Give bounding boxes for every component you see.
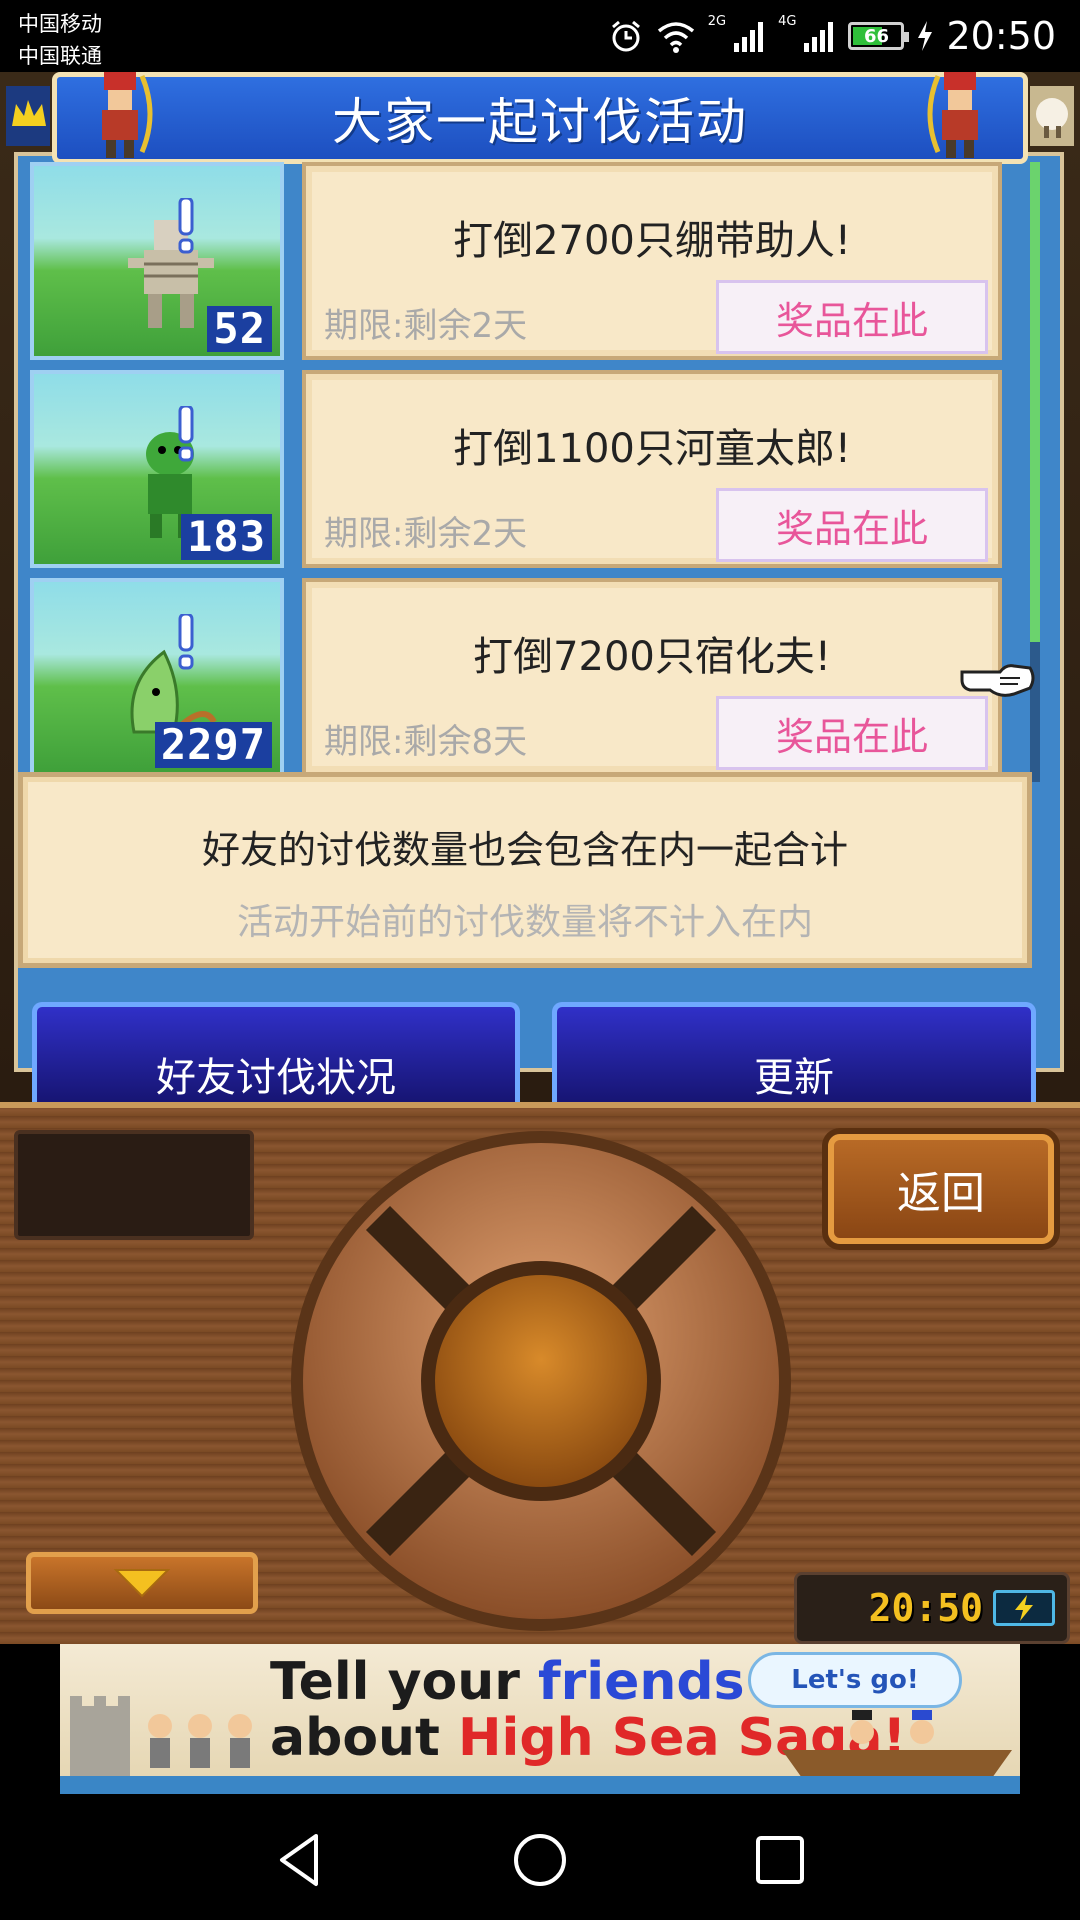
dpad-wheel[interactable]	[288, 1128, 794, 1634]
prize-button[interactable]: 奖品在此	[716, 280, 988, 354]
nav-home-icon[interactable]	[510, 1830, 570, 1890]
event-deadline: 期限:剩余8天	[324, 722, 528, 762]
ad-headline-1: Tell your friends	[270, 1652, 745, 1712]
pirate-ship-icon	[782, 1710, 1012, 1776]
monster-thumbnail: 2297	[30, 578, 284, 776]
alarm-icon	[611, 20, 640, 52]
castle-soldiers-icon	[70, 1696, 252, 1776]
info-box: 好友的讨伐数量也会包含在内一起合计 活动开始前的讨伐数量将不计入在内	[18, 772, 1032, 968]
pointer-hand-icon	[960, 664, 1035, 697]
monster-thumbnail: 52	[30, 162, 284, 360]
exclamation-icon	[178, 198, 194, 254]
list-item: 2297 打倒7200只宿化夫! 期限:剩余8天 奖品在此	[30, 578, 1040, 778]
game-clock-time: 20:50	[868, 1586, 983, 1630]
event-title: 打倒2700只绷带助人!	[453, 218, 851, 264]
prize-button[interactable]: 奖品在此	[716, 488, 988, 562]
screen-slot	[14, 1130, 254, 1240]
wifi-icon	[657, 22, 694, 53]
nav-back-icon[interactable]	[270, 1830, 330, 1890]
sheep-icon	[1030, 86, 1074, 146]
list-item: 183 打倒1100只河童太郎! 期限:剩余2天 奖品在此	[30, 370, 1040, 570]
event-card: 打倒1100只河童太郎! 期限:剩余2天 奖品在此	[302, 370, 1002, 568]
exclamation-icon	[178, 614, 194, 670]
monster-thumbnail: 183	[30, 370, 284, 568]
ad-text: about	[270, 1708, 459, 1768]
battery-level: 66	[863, 25, 890, 47]
ad-text-highlight: friends	[537, 1652, 745, 1712]
network-type-1: 2G	[707, 14, 727, 29]
defeat-count: 183	[181, 514, 272, 560]
signal-icon	[734, 22, 764, 52]
event-title: 打倒7200只宿化夫!	[473, 634, 831, 680]
scrollbar-thumb[interactable]	[1030, 162, 1040, 642]
page-title: 大家一起讨伐活动	[332, 93, 748, 151]
archer-character-icon	[927, 72, 978, 158]
info-sub-text: 活动开始前的讨伐数量将不计入在内	[236, 902, 813, 943]
carrier-1: 中国移动	[18, 12, 102, 36]
event-list[interactable]: 52 打倒2700只绷带助人! 期限:剩余2天 奖品在此 183 打倒1100只…	[30, 162, 1040, 782]
game-clock: 20:50	[794, 1572, 1070, 1644]
event-card: 打倒2700只绷带助人! 期限:剩余2天 奖品在此	[302, 162, 1002, 360]
status-bar: 中国移动 中国联通 2G 4G 66 20:50	[0, 0, 1080, 72]
title-banner: 大家一起讨伐活动	[52, 72, 1028, 164]
back-button[interactable]: 返回	[828, 1134, 1054, 1244]
nav-recent-icon[interactable]	[750, 1830, 810, 1890]
defeat-count: 52	[207, 306, 272, 352]
charging-icon	[918, 21, 933, 51]
ad-banner[interactable]: Tell your friends about High Sea Saga! L…	[60, 1644, 1020, 1794]
controller-panel: 返回 20:50	[0, 1102, 1080, 1644]
event-deadline: 期限:剩余2天	[324, 306, 528, 346]
event-card: 打倒7200只宿化夫! 期限:剩余8天 奖品在此	[302, 578, 1002, 776]
prize-button[interactable]: 奖品在此	[716, 696, 988, 770]
info-main-text: 好友的讨伐数量也会包含在内一起合计	[201, 828, 848, 872]
carrier-2: 中国联通	[18, 44, 102, 68]
defeat-count: 2297	[154, 722, 272, 768]
event-deadline: 期限:剩余2天	[324, 514, 528, 554]
archer-character-icon	[102, 72, 153, 158]
charging-icon	[993, 1590, 1055, 1626]
event-title: 打倒1100只河童太郎!	[453, 426, 851, 472]
navigation-bar	[0, 1794, 1080, 1920]
ad-cta-button[interactable]: Let's go!	[748, 1652, 962, 1708]
exclamation-icon	[178, 406, 194, 462]
status-clock: 20:50	[946, 14, 1056, 58]
crown-icon	[6, 86, 50, 146]
game-screen: 大家一起讨伐活动 52 打倒2700只绷带助人! 期限:剩余2天 奖品在此 18…	[0, 72, 1080, 1102]
scroll-down-button[interactable]	[26, 1552, 258, 1614]
refresh-button[interactable]: 更新	[552, 1002, 1036, 1102]
ad-text: Tell your	[270, 1652, 538, 1712]
signal-icon	[804, 22, 834, 52]
list-item: 52 打倒2700只绷带助人! 期限:剩余2天 奖品在此	[30, 162, 1040, 362]
battery-icon: 66	[848, 22, 910, 50]
down-arrow-icon	[113, 1569, 171, 1598]
status-icons: 2G 4G 66 20:50	[608, 14, 1056, 58]
friends-status-button[interactable]: 好友讨伐状况	[32, 1002, 520, 1102]
network-type-2: 4G	[778, 14, 797, 29]
